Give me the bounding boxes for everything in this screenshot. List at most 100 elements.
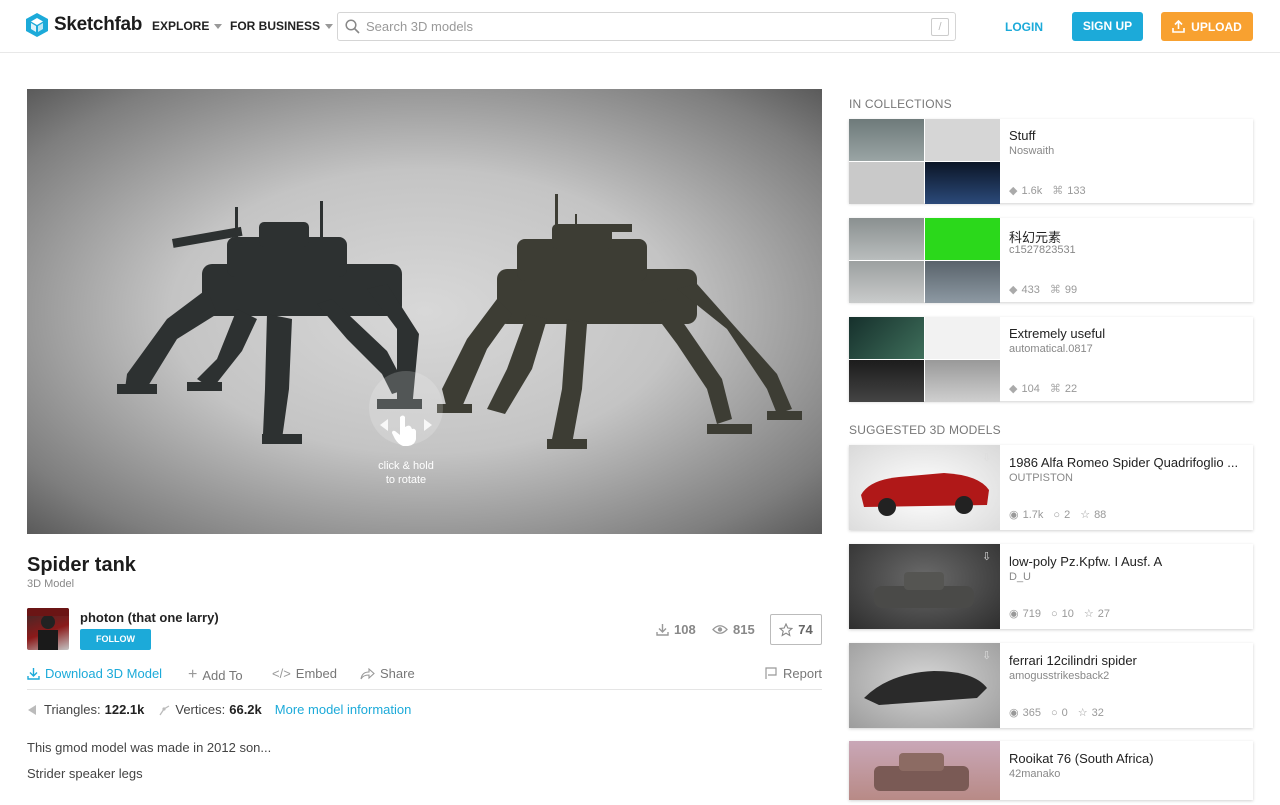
3d-model-viewer[interactable]: click & hold to rotate (27, 89, 822, 534)
suggested-likes: 88 (1094, 508, 1107, 521)
sketchfab-logo-icon (26, 13, 48, 37)
follow-button[interactable]: FOLLOW (80, 629, 151, 650)
collection-name: Stuff (1009, 128, 1036, 143)
description-line-2: Strider speaker legs (27, 766, 143, 781)
star-icon: ☆ (1077, 707, 1088, 719)
cube-icon: ◆ (1009, 284, 1018, 296)
like-count: 74 (798, 622, 813, 637)
description-line-1: This gmod model was made in 2012 son... (27, 740, 272, 755)
embed-link[interactable]: </> Embed (272, 666, 337, 681)
suggested-model-name: 1986 Alfa Romeo Spider Quadrifoglio ... (1009, 455, 1239, 470)
eye-icon: ◉ (1009, 608, 1019, 620)
collection-owner: Noswaith (1009, 145, 1055, 157)
suggested-model-card[interactable]: Rooikat 76 (South Africa) 42manako (849, 741, 1253, 800)
collection-card[interactable]: Stuff Noswaith ◆ 1.6k ⌘ 133 (849, 119, 1253, 204)
plus-icon: + (188, 666, 198, 683)
collection-name: Extremely useful (1009, 326, 1106, 341)
suggested-views: 365 (1022, 706, 1041, 719)
model-thumbnail (849, 445, 1000, 530)
login-link[interactable]: LOGIN (1005, 20, 1043, 34)
upload-button[interactable]: UPLOAD (1161, 12, 1253, 41)
collection-meta: ◆ 433 ⌘ 99 (1009, 283, 1077, 297)
model-title: Spider tank (27, 554, 136, 576)
suggested-comments: 2 (1064, 508, 1071, 521)
eye-icon: ◉ (1009, 509, 1019, 521)
download-icon (656, 624, 669, 636)
nav-business-label: FOR BUSINESS (230, 19, 321, 33)
download-model-label: Download 3D Model (45, 666, 163, 681)
search-icon (345, 19, 360, 34)
comment-icon: ○ (1050, 706, 1058, 719)
suggested-likes: 27 (1097, 607, 1110, 620)
download-count-value: 108 (674, 622, 696, 637)
hand-drag-icon (380, 415, 432, 446)
cube-icon: ◆ (1009, 185, 1018, 197)
vertices-label: Vertices: (175, 702, 226, 717)
eye-icon (712, 625, 728, 634)
collection-subs: 22 (1064, 382, 1078, 395)
download-icon: ⇩ (982, 551, 992, 563)
suggested-model-owner: 42manako (1009, 768, 1061, 780)
nav-explore[interactable]: EXPLORE (152, 19, 223, 33)
vertex-icon (159, 704, 170, 715)
code-icon: </> (272, 666, 291, 681)
comment-icon: ○ (1053, 508, 1061, 521)
suggested-model-owner: OUTPISTON (1009, 472, 1073, 484)
suggested-model-owner: D_U (1009, 571, 1032, 583)
upload-label: UPLOAD (1191, 19, 1242, 34)
logo-text: Sketchfab (54, 14, 143, 35)
collection-thumbnails (849, 119, 1000, 204)
share-link[interactable]: Share (360, 666, 415, 681)
suggested-model-meta: ◉ 365 ○ 0 ☆ 32 (1009, 706, 1104, 720)
add-to-label: Add To (202, 667, 243, 683)
view-count: 815 (712, 622, 755, 637)
rss-icon: ⌘ (1049, 284, 1061, 296)
download-model-link[interactable]: Download 3D Model (27, 666, 162, 681)
star-icon: ☆ (1083, 608, 1094, 620)
collection-card[interactable]: 科幻元素 c1527823531 ◆ 433 ⌘ 99 (849, 218, 1253, 303)
nav-for-business[interactable]: FOR BUSINESS (230, 19, 334, 33)
suggested-comments: 0 (1061, 706, 1068, 719)
collection-owner: automatical.0817 (1009, 343, 1093, 355)
suggested-model-card[interactable]: ⇩ ferrari 12cilindri spider amogusstrike… (849, 643, 1253, 728)
collection-card[interactable]: Extremely useful automatical.0817 ◆ 104 … (849, 317, 1253, 402)
suggested-model-meta: ◉ 719 ○ 10 ☆ 27 (1009, 607, 1110, 621)
embed-label: Embed (295, 666, 337, 681)
eye-icon: ◉ (1009, 707, 1019, 719)
collection-subs: 133 (1067, 184, 1086, 197)
share-label: Share (380, 666, 415, 681)
collection-thumbnails (849, 218, 1000, 303)
like-button[interactable]: 74 (770, 614, 822, 645)
suggested-model-card[interactable]: ⇩ low-poly Pz.Kpfw. I Ausf. A D_U ◉ 719 … (849, 544, 1253, 629)
collection-models: 433 (1021, 283, 1040, 296)
suggested-model-name: Rooikat 76 (South Africa) (1009, 751, 1154, 766)
star-icon (779, 622, 794, 637)
collection-models: 104 (1021, 382, 1040, 395)
collection-thumbnails (849, 317, 1000, 402)
rss-icon: ⌘ (1052, 185, 1064, 197)
model-thumbnail (849, 544, 1000, 629)
vertices-value: 66.2k (229, 702, 262, 717)
rss-icon: ⌘ (1049, 383, 1061, 395)
report-link[interactable]: Report (765, 666, 822, 681)
triangle-icon (28, 704, 36, 715)
author-name[interactable]: photon (that one larry) (80, 610, 219, 625)
sketchfab-logo[interactable]: Sketchfab (26, 13, 142, 37)
suggested-model-owner: amogusstrikesback2 (1009, 670, 1110, 682)
more-model-info-link[interactable]: More model information (275, 702, 412, 717)
suggested-model-card[interactable]: ⇩ 1986 Alfa Romeo Spider Quadrifoglio ..… (849, 445, 1253, 530)
suggested-model-name: low-poly Pz.Kpfw. I Ausf. A (1009, 554, 1163, 569)
author-avatar[interactable] (27, 608, 69, 650)
share-icon (360, 667, 375, 679)
collection-meta: ◆ 104 ⌘ 22 (1009, 382, 1078, 396)
hint-line-2: to rotate (385, 474, 427, 486)
search-bar[interactable]: / (337, 12, 956, 41)
hint-line-1: click & hold (378, 460, 434, 472)
report-label: Report (783, 666, 823, 681)
signup-button[interactable]: SIGN UP (1072, 12, 1143, 41)
suggested-likes: 32 (1091, 706, 1104, 719)
add-to-link[interactable]: + Add To (188, 666, 243, 684)
model-thumbnail (849, 741, 1000, 800)
model-specs: Triangles: 122.1k Vertices: 66.2k More m… (27, 702, 411, 717)
search-input[interactable] (366, 19, 906, 34)
